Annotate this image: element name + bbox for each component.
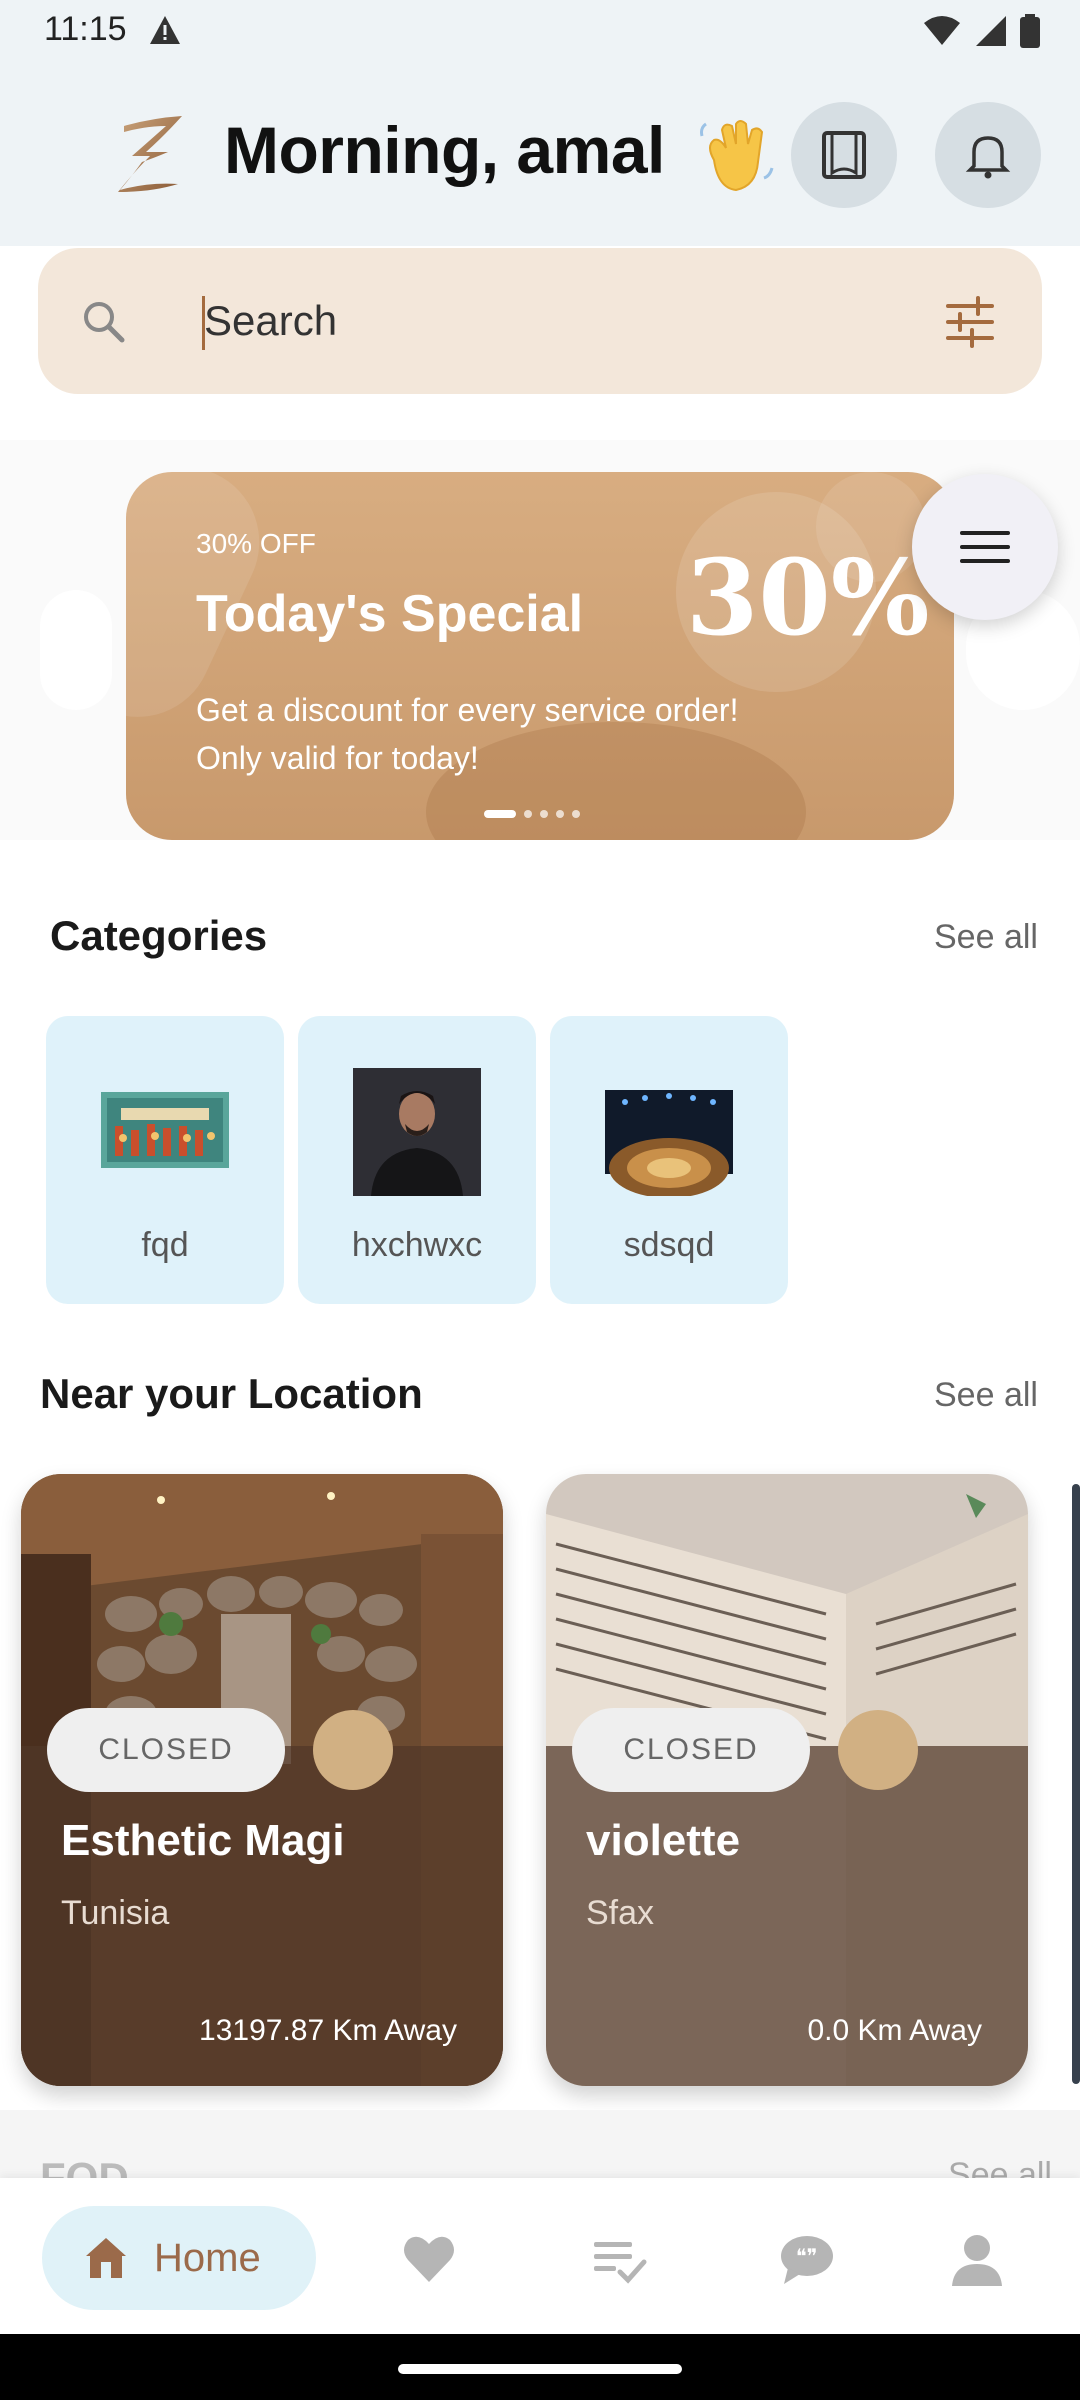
category-label: sdsqd: [623, 1226, 715, 1264]
bookmark-book-icon: [822, 131, 866, 179]
waving-hand-icon: [700, 120, 774, 192]
next-section-title: FQD: [40, 2154, 129, 2180]
home-gesture-bar[interactable]: [398, 2364, 682, 2374]
bottom-navigation: Home ❝❞: [0, 2178, 1080, 2334]
search-bar[interactable]: [38, 248, 1042, 394]
place-card-violette[interactable]: CLOSED violette Sfax 0.0 Km Away: [546, 1474, 1028, 2086]
system-gesture-area: [0, 2334, 1080, 2400]
previous-slide-peek[interactable]: [40, 590, 112, 710]
list-check-icon[interactable]: [590, 2230, 648, 2288]
category-card-sdsqd[interactable]: sdsqd: [550, 1016, 788, 1304]
place-city: Tunisia: [61, 1894, 170, 1932]
banner-title: Today's Special: [196, 585, 584, 643]
banner-description: Get a discount for every service order! …: [196, 692, 739, 776]
carousel-dot: [556, 810, 564, 818]
home-icon: [86, 2238, 126, 2278]
place-name: violette: [586, 1816, 741, 1865]
category-card-hxchwxc[interactable]: hxchwxc: [298, 1016, 536, 1304]
chat-icon[interactable]: ❝❞: [778, 2230, 836, 2288]
near-see-all-link[interactable]: See all: [934, 1376, 1038, 1415]
filter-icon[interactable]: [942, 294, 998, 350]
auditorium-image: [605, 1090, 733, 1196]
place-distance: 0.0 Km Away: [807, 2014, 982, 2047]
carousel-indicator: [484, 810, 580, 818]
next-section-see-all-link[interactable]: See all: [948, 2156, 1052, 2180]
portrait-image: [353, 1068, 481, 1196]
place-city: Sfax: [586, 1894, 655, 1932]
carousel-dot: [524, 810, 532, 818]
nav-home[interactable]: Home: [42, 2206, 316, 2310]
status-time: 11:15: [44, 10, 127, 48]
hamburger-menu-icon: [960, 531, 1010, 563]
status-icons: [922, 14, 1040, 48]
categories-see-all-link[interactable]: See all: [934, 918, 1038, 957]
category-label: fqd: [141, 1226, 189, 1264]
near-location-title: Near your Location: [40, 1370, 423, 1417]
app-logo: [118, 116, 182, 192]
alert-icon: [150, 16, 180, 44]
carousel-dot-active: [484, 810, 516, 818]
header-area: 11:15 Morning, amal: [0, 0, 1080, 246]
nav-home-label: Home: [154, 2235, 261, 2280]
place-name: Esthetic Magi: [61, 1816, 345, 1865]
carousel-dot: [540, 810, 548, 818]
status-badge: CLOSED: [47, 1708, 285, 1792]
promo-banner[interactable]: 30% OFF Today's Special 30% Get a discou…: [126, 472, 954, 840]
search-icon: [84, 302, 125, 343]
status-bar: 11:15: [0, 0, 1080, 62]
place-distance: 13197.87 Km Away: [199, 2014, 457, 2047]
status-badge: CLOSED: [572, 1708, 810, 1792]
casa-craft-image: [101, 1092, 229, 1168]
search-input[interactable]: [204, 290, 904, 352]
favorite-toggle[interactable]: [313, 1710, 393, 1790]
battery-icon: [1020, 14, 1040, 48]
next-section: FQD See all: [0, 2110, 1080, 2180]
profile-icon[interactable]: [948, 2230, 1006, 2288]
greeting-text: Morning, amal: [224, 113, 665, 187]
wifi-icon: [924, 16, 960, 45]
categories-title: Categories: [50, 912, 268, 959]
discount-label: 30% OFF: [196, 528, 316, 559]
notifications-button[interactable]: [935, 102, 1041, 208]
svg-text:❝❞: ❝❞: [796, 2244, 818, 2268]
signal-icon: [976, 16, 1006, 46]
banner-percentage: 30%: [686, 536, 930, 659]
carousel-dot: [572, 810, 580, 818]
saved-button[interactable]: [791, 102, 897, 208]
menu-button[interactable]: [912, 474, 1058, 620]
category-label: hxchwxc: [351, 1226, 483, 1264]
next-place-card-peek[interactable]: [1072, 1484, 1080, 2084]
favorite-toggle[interactable]: [838, 1710, 918, 1790]
bell-icon: [965, 136, 1011, 179]
place-card-esthetic-magi[interactable]: CLOSED Esthetic Magi Tunisia 13197.87 Km…: [21, 1474, 503, 2086]
heart-icon[interactable]: [400, 2230, 458, 2288]
category-card-fqd[interactable]: fqd: [46, 1016, 284, 1304]
